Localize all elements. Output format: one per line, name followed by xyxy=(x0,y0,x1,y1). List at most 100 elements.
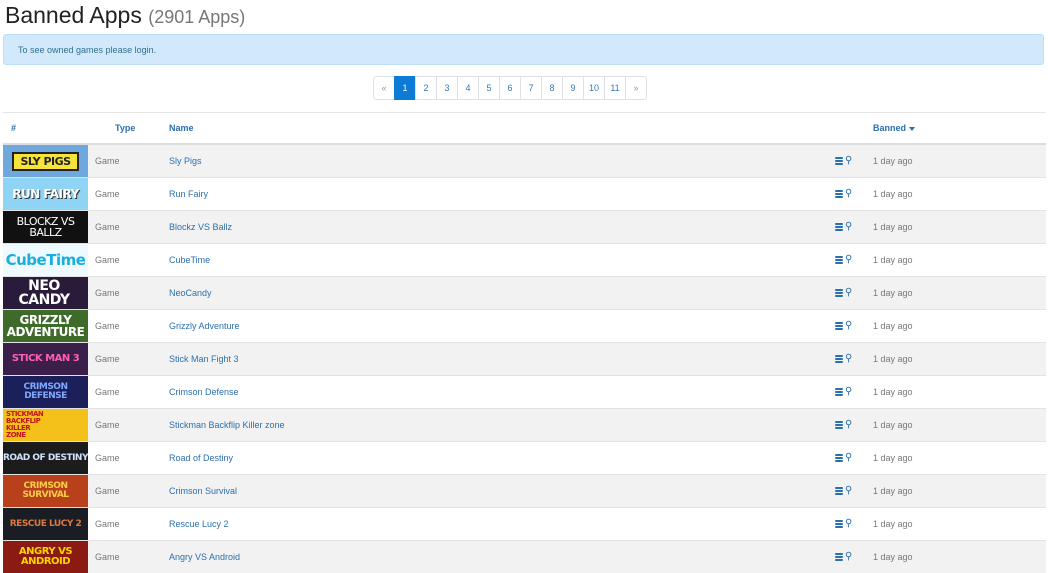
table-row[interactable]: GRIZZLY ADVENTURE Game Grizzly Adventure… xyxy=(3,310,1046,343)
steam-icon[interactable]: ⚲ xyxy=(845,189,852,199)
app-thumbnail[interactable]: SLY PIGS xyxy=(3,145,88,177)
header-name[interactable]: Name xyxy=(169,113,835,144)
database-icon[interactable] xyxy=(835,289,843,297)
header-icons xyxy=(835,113,873,144)
banned-time: 1 day ago xyxy=(873,442,1046,475)
steam-icon[interactable]: ⚲ xyxy=(845,519,852,529)
steam-icon[interactable]: ⚲ xyxy=(845,222,852,232)
app-thumbnail[interactable]: RUN FAIRY xyxy=(3,178,88,210)
page-2[interactable]: 2 xyxy=(415,76,437,100)
app-thumbnail[interactable]: ROAD OF DESTINY xyxy=(3,442,88,474)
page-1[interactable]: 1 xyxy=(394,76,416,100)
page-title: Banned Apps (2901 Apps) xyxy=(5,2,245,29)
icons-cell: ⚲ xyxy=(835,409,873,442)
page-11[interactable]: 11 xyxy=(604,76,626,100)
table-row[interactable]: STICK MAN 3 Game Stick Man Fight 3 ⚲ 1 d… xyxy=(3,343,1046,376)
database-icon[interactable] xyxy=(835,157,843,165)
table-row[interactable]: CubeTime Game CubeTime ⚲ 1 day ago xyxy=(3,244,1046,277)
header-type[interactable]: Type xyxy=(95,113,169,144)
database-icon[interactable] xyxy=(835,388,843,396)
steam-icon[interactable]: ⚲ xyxy=(845,321,852,331)
login-alert-text: To see owned games please login. xyxy=(18,45,156,55)
app-thumbnail[interactable]: CRIMSON SURVIVAL xyxy=(3,475,88,507)
app-thumbnail[interactable]: CubeTime xyxy=(3,244,88,276)
header-banned-label: Banned xyxy=(873,123,906,133)
type-cell: Game xyxy=(95,409,169,442)
steam-icon[interactable]: ⚲ xyxy=(845,387,852,397)
name-link[interactable]: Grizzly Adventure xyxy=(169,310,835,343)
steam-icon[interactable]: ⚲ xyxy=(845,552,852,562)
database-icon[interactable] xyxy=(835,256,843,264)
table-row[interactable]: CRIMSON DEFENSE Game Crimson Defense ⚲ 1… xyxy=(3,376,1046,409)
table-row[interactable]: CRIMSON SURVIVAL Game Crimson Survival ⚲… xyxy=(3,475,1046,508)
steam-icon[interactable]: ⚲ xyxy=(845,156,852,166)
app-thumbnail[interactable]: STICK MAN 3 xyxy=(3,343,88,375)
name-link[interactable]: Road of Destiny xyxy=(169,442,835,475)
page-4[interactable]: 4 xyxy=(457,76,479,100)
type-cell: Game xyxy=(95,277,169,310)
name-link[interactable]: Sly Pigs xyxy=(169,144,835,178)
pagination-next[interactable]: » xyxy=(625,76,647,100)
name-link[interactable]: NeoCandy xyxy=(169,277,835,310)
table-row[interactable]: STICKMAN BACKFLIP KILLER ZONE Game Stick… xyxy=(3,409,1046,442)
page-5[interactable]: 5 xyxy=(478,76,500,100)
banned-time: 1 day ago xyxy=(873,310,1046,343)
page-7[interactable]: 7 xyxy=(520,76,542,100)
database-icon[interactable] xyxy=(835,223,843,231)
database-icon[interactable] xyxy=(835,454,843,462)
table-row[interactable]: RESCUE LUCY 2 Game Rescue Lucy 2 ⚲ 1 day… xyxy=(3,508,1046,541)
steam-icon[interactable]: ⚲ xyxy=(845,486,852,496)
name-link[interactable]: Crimson Survival xyxy=(169,475,835,508)
steam-icon[interactable]: ⚲ xyxy=(845,288,852,298)
name-link[interactable]: Stickman Backflip Killer zone xyxy=(169,409,835,442)
type-cell: Game xyxy=(95,541,169,573)
app-count: (2901 Apps) xyxy=(148,7,245,27)
database-icon[interactable] xyxy=(835,520,843,528)
table-row[interactable]: RUN FAIRY Game Run Fairy ⚲ 1 day ago xyxy=(3,178,1046,211)
database-icon[interactable] xyxy=(835,322,843,330)
name-link[interactable]: Stick Man Fight 3 xyxy=(169,343,835,376)
app-thumbnail[interactable]: BLOCKZ VS BALLZ xyxy=(3,211,88,243)
name-link[interactable]: Crimson Defense xyxy=(169,376,835,409)
icons-cell: ⚲ xyxy=(835,244,873,277)
app-thumbnail[interactable]: RESCUE LUCY 2 xyxy=(3,508,88,540)
app-thumbnail[interactable]: CRIMSON DEFENSE xyxy=(3,376,88,408)
table-row[interactable]: NEO CANDY Game NeoCandy ⚲ 1 day ago xyxy=(3,277,1046,310)
name-link[interactable]: Angry VS Android xyxy=(169,541,835,573)
name-link[interactable]: CubeTime xyxy=(169,244,835,277)
table-row[interactable]: ANGRY VS ANDROID Game Angry VS Android ⚲… xyxy=(3,541,1046,573)
steam-icon[interactable]: ⚲ xyxy=(845,354,852,364)
steam-icon[interactable]: ⚲ xyxy=(845,420,852,430)
thumb-cell: BLOCKZ VS BALLZ xyxy=(3,211,95,244)
table-row[interactable]: ROAD OF DESTINY Game Road of Destiny ⚲ 1… xyxy=(3,442,1046,475)
page-3[interactable]: 3 xyxy=(436,76,458,100)
database-icon[interactable] xyxy=(835,421,843,429)
thumb-cell: RESCUE LUCY 2 xyxy=(3,508,95,541)
app-thumbnail[interactable]: NEO CANDY xyxy=(3,277,88,309)
app-thumbnail[interactable]: GRIZZLY ADVENTURE xyxy=(3,310,88,342)
page-9[interactable]: 9 xyxy=(562,76,584,100)
steam-icon[interactable]: ⚲ xyxy=(845,255,852,265)
header-banned[interactable]: Banned xyxy=(873,113,1046,144)
table-row[interactable]: BLOCKZ VS BALLZ Game Blockz VS Ballz ⚲ 1… xyxy=(3,211,1046,244)
database-icon[interactable] xyxy=(835,487,843,495)
app-thumbnail[interactable]: ANGRY VS ANDROID xyxy=(3,541,88,573)
type-cell: Game xyxy=(95,244,169,277)
database-icon[interactable] xyxy=(835,190,843,198)
name-link[interactable]: Rescue Lucy 2 xyxy=(169,508,835,541)
steam-icon[interactable]: ⚲ xyxy=(845,453,852,463)
app-thumbnail[interactable]: STICKMAN BACKFLIP KILLER ZONE xyxy=(3,409,88,441)
banned-time: 1 day ago xyxy=(873,244,1046,277)
table-row[interactable]: SLY PIGS Game Sly Pigs ⚲ 1 day ago xyxy=(3,144,1046,178)
name-link[interactable]: Blockz VS Ballz xyxy=(169,211,835,244)
page-6[interactable]: 6 xyxy=(499,76,521,100)
thumb-cell: CRIMSON SURVIVAL xyxy=(3,475,95,508)
name-link[interactable]: Run Fairy xyxy=(169,178,835,211)
pagination-prev[interactable]: « xyxy=(373,76,395,100)
type-cell: Game xyxy=(95,310,169,343)
database-icon[interactable] xyxy=(835,355,843,363)
page-10[interactable]: 10 xyxy=(583,76,605,100)
database-icon[interactable] xyxy=(835,553,843,561)
page-8[interactable]: 8 xyxy=(541,76,563,100)
header-hash[interactable]: # xyxy=(3,113,95,144)
